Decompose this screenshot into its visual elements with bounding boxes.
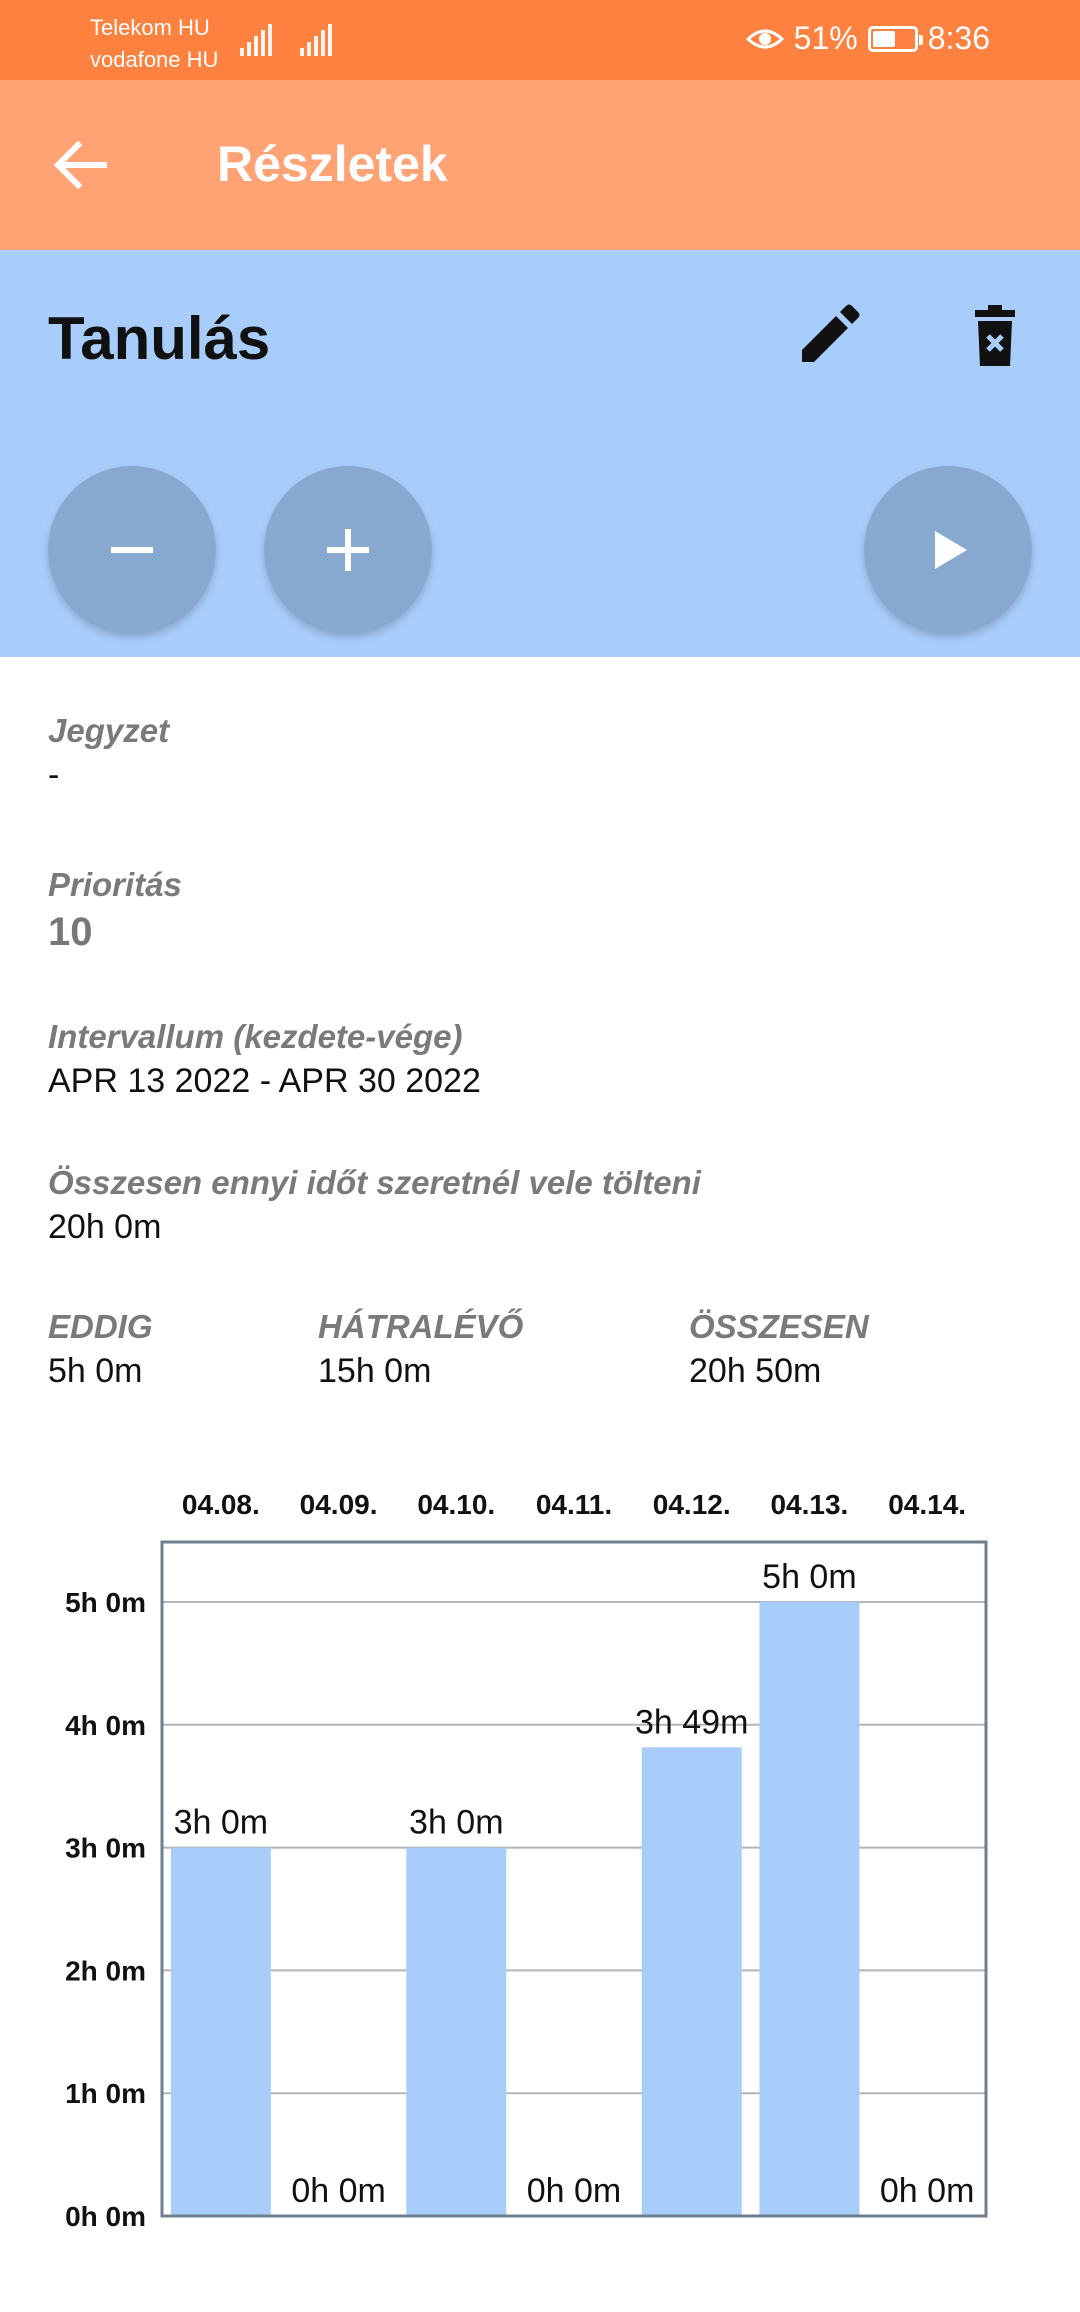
carrier-info: Telekom HU vodafone HU: [90, 12, 218, 76]
bar-value-label: 3h 49m: [635, 1703, 748, 1741]
carrier-1: Telekom HU: [90, 15, 210, 40]
minus-icon: [111, 547, 153, 553]
note-section: Jegyzet -: [48, 712, 169, 795]
interval-section: Intervallum (kezdete-vége) APR 13 2022 -…: [48, 1018, 481, 1101]
y-tick-label: 3h 0m: [65, 1833, 146, 1864]
remaining-stat: HÁTRALÉVŐ 15h 0m: [318, 1308, 523, 1391]
x-tick-label: 04.09.: [300, 1489, 378, 1520]
bar-value-label: 0h 0m: [527, 2172, 622, 2210]
remaining-value: 15h 0m: [318, 1352, 432, 1390]
app-bar: Részletek: [0, 80, 1080, 250]
plus-button[interactable]: [264, 466, 432, 634]
done-value: 5h 0m: [48, 1352, 143, 1390]
chart-bar: [759, 1602, 860, 2216]
total-label: ÖSSZESEN: [689, 1308, 869, 1345]
chart-bar: [170, 1847, 271, 2216]
remaining-label: HÁTRALÉVŐ: [318, 1308, 524, 1345]
priority-label: Prioritás: [48, 866, 182, 903]
x-tick-label: 04.14.: [888, 1489, 966, 1520]
signal-icon: [300, 22, 334, 56]
play-icon: [935, 531, 967, 569]
goal-label: Összesen ennyi időt szeretnél vele tölte…: [48, 1164, 701, 1201]
goal-section: Összesen ennyi időt szeretnél vele tölte…: [48, 1164, 701, 1247]
bar-value-label: 5h 0m: [762, 1558, 857, 1596]
y-tick-label: 1h 0m: [65, 2078, 146, 2109]
play-button[interactable]: [864, 466, 1032, 634]
y-tick-label: 2h 0m: [65, 1955, 146, 1986]
battery-percent: 51%: [793, 20, 858, 56]
y-tick-label: 0h 0m: [65, 2201, 146, 2232]
x-tick-label: 04.12.: [653, 1489, 731, 1520]
plus-icon: [327, 529, 369, 571]
x-tick-label: 04.08.: [182, 1489, 260, 1520]
carrier-2: vodafone HU: [90, 47, 219, 72]
plot-frame: [160, 1540, 988, 2218]
status-right: 51% 8:36: [745, 20, 990, 57]
bar-value-label: 3h 0m: [409, 1804, 504, 1842]
interval-value: APR 13 2022 - APR 30 2022: [48, 1062, 481, 1100]
pencil-icon[interactable]: [792, 302, 862, 372]
bar-value-label: 0h 0m: [880, 2172, 975, 2210]
minus-button[interactable]: [48, 466, 216, 634]
priority-value: 10: [48, 910, 93, 954]
page-title: Részletek: [217, 136, 448, 192]
battery-icon: [867, 25, 923, 52]
total-value: 20h 50m: [689, 1352, 822, 1390]
clock: 8:36: [927, 20, 990, 56]
y-tick-label: 4h 0m: [65, 1710, 146, 1741]
total-stat: ÖSSZESEN 20h 50m: [689, 1308, 869, 1391]
done-stat: EDDIG 5h 0m: [48, 1308, 153, 1391]
x-tick-label: 04.11.: [536, 1489, 612, 1520]
goal-value: 20h 0m: [48, 1208, 162, 1246]
done-label: EDDIG: [48, 1308, 153, 1345]
note-label: Jegyzet: [48, 712, 170, 749]
y-tick-label: 5h 0m: [65, 1587, 146, 1618]
task-header: Tanulás: [0, 250, 1080, 657]
eye-comfort-icon: [745, 29, 784, 48]
bar-value-label: 0h 0m: [291, 2172, 386, 2210]
signal-icon: [240, 22, 274, 56]
arrow-left-icon[interactable]: [50, 137, 110, 193]
task-title: Tanulás: [48, 305, 271, 372]
interval-label: Intervallum (kezdete-vége): [48, 1018, 463, 1055]
note-value: -: [48, 756, 60, 794]
bar-value-label: 3h 0m: [174, 1804, 269, 1842]
priority-section: Prioritás 10: [48, 866, 182, 955]
x-tick-label: 04.10.: [417, 1489, 495, 1520]
status-bar: Telekom HU vodafone HU 51% 8:36: [0, 0, 1080, 80]
chart-bar: [406, 1847, 507, 2216]
x-tick-label: 04.13.: [770, 1489, 848, 1520]
chart-bar: [641, 1747, 742, 2216]
trash-icon[interactable]: [960, 302, 1030, 372]
daily-time-chart: 0h 0m 1h 0m 2h 0m 3h 0m 4h 0m 5h 0m 3h 0m 04.08…: [65, 1489, 988, 2232]
